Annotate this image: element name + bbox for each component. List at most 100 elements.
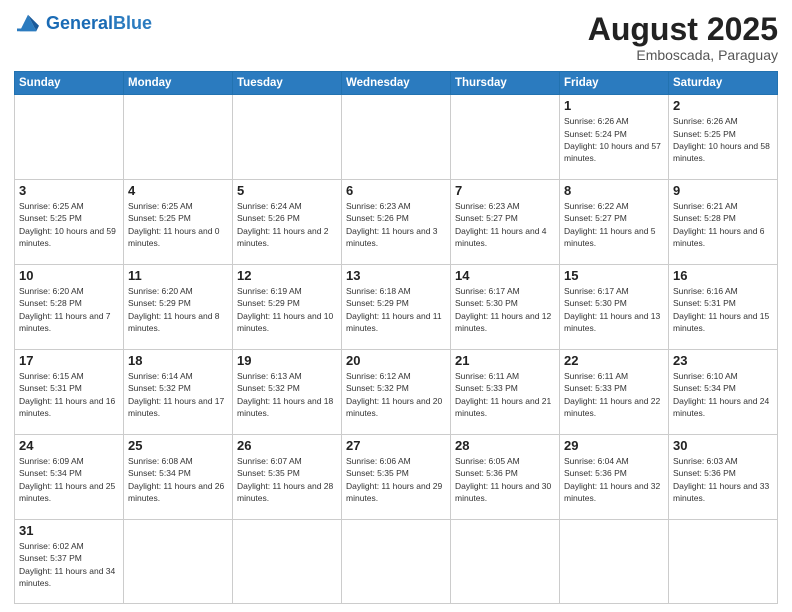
day-info: Sunrise: 6:14 AMSunset: 5:32 PMDaylight:… (128, 370, 228, 419)
calendar-cell (342, 95, 451, 180)
day-number: 10 (19, 268, 119, 283)
calendar-cell (342, 519, 451, 603)
calendar-cell: 24 Sunrise: 6:09 AMSunset: 5:34 PMDayligh… (15, 434, 124, 519)
day-header-saturday: Saturday (669, 72, 778, 95)
day-number: 6 (346, 183, 446, 198)
logo: GeneralBlue (14, 12, 152, 34)
calendar-cell: 11 Sunrise: 6:20 AMSunset: 5:29 PMDayligh… (124, 265, 233, 350)
calendar-row: 3 Sunrise: 6:25 AMSunset: 5:25 PMDaylight… (15, 180, 778, 265)
day-number: 27 (346, 438, 446, 453)
day-info: Sunrise: 6:13 AMSunset: 5:32 PMDaylight:… (237, 370, 337, 419)
day-number: 17 (19, 353, 119, 368)
calendar-cell: 29 Sunrise: 6:04 AMSunset: 5:36 PMDayligh… (560, 434, 669, 519)
calendar-cell: 28Sunrise: 6:05 AMSunset: 5:36 PMDayligh… (451, 434, 560, 519)
calendar-cell: 21Sunrise: 6:11 AMSunset: 5:33 PMDayligh… (451, 350, 560, 435)
day-number: 11 (128, 268, 228, 283)
subtitle: Emboscada, Paraguay (588, 47, 778, 63)
day-number: 4 (128, 183, 228, 198)
title-block: August 2025 Emboscada, Paraguay (588, 12, 778, 63)
calendar-cell (124, 519, 233, 603)
day-number: 9 (673, 183, 773, 198)
calendar-cell: 19Sunrise: 6:13 AMSunset: 5:32 PMDayligh… (233, 350, 342, 435)
header-row: SundayMondayTuesdayWednesdayThursdayFrid… (15, 72, 778, 95)
day-info: Sunrise: 6:20 AMSunset: 5:29 PMDaylight:… (128, 285, 228, 334)
day-number: 24 (19, 438, 119, 453)
day-info: Sunrise: 6:26 AMSunset: 5:24 PMDaylight:… (564, 115, 664, 164)
day-info: Sunrise: 6:25 AMSunset: 5:25 PMDaylight:… (19, 200, 119, 249)
day-info: Sunrise: 6:06 AMSunset: 5:35 PMDaylight:… (346, 455, 446, 504)
calendar-cell: 5 Sunrise: 6:24 AMSunset: 5:26 PMDaylight… (233, 180, 342, 265)
day-info: Sunrise: 6:07 AMSunset: 5:35 PMDaylight:… (237, 455, 337, 504)
calendar-header: SundayMondayTuesdayWednesdayThursdayFrid… (15, 72, 778, 95)
calendar-cell: 31Sunrise: 6:02 AMSunset: 5:37 PMDayligh… (15, 519, 124, 603)
calendar-cell (124, 95, 233, 180)
calendar-cell (233, 95, 342, 180)
day-number: 29 (564, 438, 664, 453)
day-number: 12 (237, 268, 337, 283)
day-info: Sunrise: 6:09 AMSunset: 5:34 PMDaylight:… (19, 455, 119, 504)
logo-blue: Blue (113, 13, 152, 33)
calendar-body: 1 Sunrise: 6:26 AMSunset: 5:24 PMDaylight… (15, 95, 778, 604)
calendar-cell: 9Sunrise: 6:21 AMSunset: 5:28 PMDaylight… (669, 180, 778, 265)
calendar-cell: 14Sunrise: 6:17 AMSunset: 5:30 PMDayligh… (451, 265, 560, 350)
calendar-cell: 18 Sunrise: 6:14 AMSunset: 5:32 PMDayligh… (124, 350, 233, 435)
page: GeneralBlue August 2025 Emboscada, Parag… (0, 0, 792, 612)
calendar-cell: 4Sunrise: 6:25 AMSunset: 5:25 PMDaylight… (124, 180, 233, 265)
calendar-cell: 25 Sunrise: 6:08 AMSunset: 5:34 PMDayligh… (124, 434, 233, 519)
day-number: 3 (19, 183, 119, 198)
calendar-row: 1 Sunrise: 6:26 AMSunset: 5:24 PMDaylight… (15, 95, 778, 180)
day-info: Sunrise: 6:02 AMSunset: 5:37 PMDaylight:… (19, 540, 119, 589)
day-info: Sunrise: 6:10 AMSunset: 5:34 PMDaylight:… (673, 370, 773, 419)
calendar-cell (451, 519, 560, 603)
calendar-row: 10Sunrise: 6:20 AMSunset: 5:28 PMDayligh… (15, 265, 778, 350)
day-number: 1 (564, 98, 664, 113)
calendar-cell: 12 Sunrise: 6:19 AMSunset: 5:29 PMDayligh… (233, 265, 342, 350)
day-info: Sunrise: 6:05 AMSunset: 5:36 PMDaylight:… (455, 455, 555, 504)
day-info: Sunrise: 6:08 AMSunset: 5:34 PMDaylight:… (128, 455, 228, 504)
day-info: Sunrise: 6:04 AMSunset: 5:36 PMDaylight:… (564, 455, 664, 504)
calendar-cell (560, 519, 669, 603)
calendar-cell: 8Sunrise: 6:22 AMSunset: 5:27 PMDaylight… (560, 180, 669, 265)
day-header-wednesday: Wednesday (342, 72, 451, 95)
day-number: 7 (455, 183, 555, 198)
day-header-tuesday: Tuesday (233, 72, 342, 95)
calendar-cell: 30 Sunrise: 6:03 AMSunset: 5:36 PMDayligh… (669, 434, 778, 519)
day-number: 21 (455, 353, 555, 368)
day-number: 8 (564, 183, 664, 198)
calendar-cell: 22 Sunrise: 6:11 AMSunset: 5:33 PMDayligh… (560, 350, 669, 435)
day-info: Sunrise: 6:11 AMSunset: 5:33 PMDaylight:… (564, 370, 664, 419)
day-info: Sunrise: 6:03 AMSunset: 5:36 PMDaylight:… (673, 455, 773, 504)
calendar-cell: 10Sunrise: 6:20 AMSunset: 5:28 PMDayligh… (15, 265, 124, 350)
calendar-cell (15, 95, 124, 180)
day-header-friday: Friday (560, 72, 669, 95)
day-number: 18 (128, 353, 228, 368)
calendar-cell: 1 Sunrise: 6:26 AMSunset: 5:24 PMDaylight… (560, 95, 669, 180)
day-number: 5 (237, 183, 337, 198)
day-number: 22 (564, 353, 664, 368)
day-info: Sunrise: 6:24 AMSunset: 5:26 PMDaylight:… (237, 200, 337, 249)
day-number: 25 (128, 438, 228, 453)
calendar-cell: 2 Sunrise: 6:26 AMSunset: 5:25 PMDaylight… (669, 95, 778, 180)
calendar-cell: 7 Sunrise: 6:23 AMSunset: 5:27 PMDaylight… (451, 180, 560, 265)
calendar-cell (233, 519, 342, 603)
day-number: 2 (673, 98, 773, 113)
calendar-cell: 15Sunrise: 6:17 AMSunset: 5:30 PMDayligh… (560, 265, 669, 350)
day-info: Sunrise: 6:18 AMSunset: 5:29 PMDaylight:… (346, 285, 446, 334)
day-info: Sunrise: 6:23 AMSunset: 5:26 PMDaylight:… (346, 200, 446, 249)
day-info: Sunrise: 6:26 AMSunset: 5:25 PMDaylight:… (673, 115, 773, 164)
day-info: Sunrise: 6:23 AMSunset: 5:27 PMDaylight:… (455, 200, 555, 249)
day-number: 13 (346, 268, 446, 283)
day-header-sunday: Sunday (15, 72, 124, 95)
day-info: Sunrise: 6:19 AMSunset: 5:29 PMDaylight:… (237, 285, 337, 334)
day-info: Sunrise: 6:17 AMSunset: 5:30 PMDaylight:… (455, 285, 555, 334)
day-number: 30 (673, 438, 773, 453)
day-number: 26 (237, 438, 337, 453)
header: GeneralBlue August 2025 Emboscada, Parag… (14, 12, 778, 63)
logo-general: General (46, 13, 113, 33)
day-number: 23 (673, 353, 773, 368)
calendar-row: 24 Sunrise: 6:09 AMSunset: 5:34 PMDayligh… (15, 434, 778, 519)
month-title: August 2025 (588, 12, 778, 47)
calendar-cell: 17Sunrise: 6:15 AMSunset: 5:31 PMDayligh… (15, 350, 124, 435)
day-header-thursday: Thursday (451, 72, 560, 95)
calendar-table: SundayMondayTuesdayWednesdayThursdayFrid… (14, 71, 778, 604)
